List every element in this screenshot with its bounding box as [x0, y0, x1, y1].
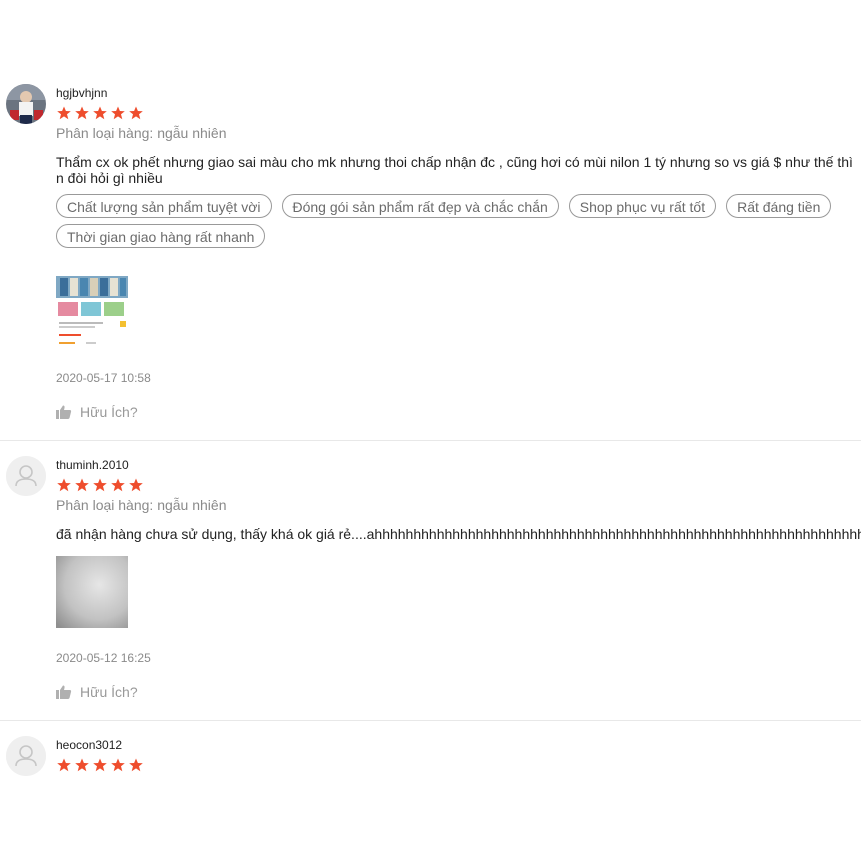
star-icon	[111, 106, 125, 120]
review-tag: Thời gian giao hàng rất nhanh	[56, 224, 266, 248]
review-content: đã nhận hàng chưa sử dụng, thấy khá ok g…	[56, 526, 861, 542]
review-tag: Chất lượng sản phẩm tuyệt vời	[56, 194, 272, 218]
star-icon	[111, 758, 125, 772]
thumbs-up-icon	[56, 685, 72, 699]
product-variation: Phân loại hàng: ngẫu nhiên	[56, 497, 227, 513]
review-date: 2020-05-12 16:25	[56, 651, 151, 665]
helpful-button[interactable]: Hữu Ích?	[56, 684, 138, 700]
star-icon	[93, 758, 107, 772]
user-silhouette-icon	[6, 456, 46, 496]
avatar[interactable]	[6, 456, 46, 496]
star-icon	[57, 758, 71, 772]
star-icon	[93, 106, 107, 120]
star-icon	[57, 106, 71, 120]
star-icon	[129, 106, 143, 120]
star-icon	[57, 478, 71, 492]
avatar[interactable]	[6, 736, 46, 776]
review-date: 2020-05-17 10:58	[56, 371, 151, 385]
helpful-label: Hữu Ích?	[80, 404, 138, 420]
product-screenshot-image	[56, 276, 128, 348]
review-photo[interactable]	[56, 556, 128, 628]
helpful-label: Hữu Ích?	[80, 684, 138, 700]
rating-stars	[56, 478, 861, 492]
star-icon	[75, 106, 89, 120]
review-divider	[0, 720, 861, 721]
review-username[interactable]: heocon3012	[56, 738, 861, 752]
review-username[interactable]: thuminh.2010	[56, 458, 861, 472]
review-tag: Đóng gói sản phẩm rất đẹp và chắc chắn	[281, 194, 559, 218]
user-silhouette-icon	[6, 736, 46, 776]
helpful-button[interactable]: Hữu Ích?	[56, 404, 138, 420]
star-icon	[129, 478, 143, 492]
user-photo	[6, 84, 46, 124]
star-icon	[129, 758, 143, 772]
review-tags: Chất lượng sản phẩm tuyệt vời Đóng gói s…	[56, 194, 846, 248]
review-divider	[0, 440, 861, 441]
star-icon	[93, 478, 107, 492]
review-tag: Shop phục vụ rất tốt	[568, 194, 717, 218]
review-photo[interactable]	[56, 276, 128, 348]
avatar[interactable]	[6, 84, 46, 124]
star-icon	[75, 758, 89, 772]
rating-stars	[56, 106, 861, 120]
rating-stars	[56, 758, 861, 772]
product-variation: Phân loại hàng: ngẫu nhiên	[56, 125, 227, 141]
review-username[interactable]: hgjbvhjnn	[56, 86, 861, 100]
thumbs-up-icon	[56, 405, 72, 419]
review-tag: Rất đáng tiền	[726, 194, 832, 218]
blurred-photo-image	[56, 556, 128, 628]
star-icon	[75, 478, 89, 492]
star-icon	[111, 478, 125, 492]
review-content: Thẩm cx ok phết nhưng giao sai màu cho m…	[56, 154, 853, 186]
